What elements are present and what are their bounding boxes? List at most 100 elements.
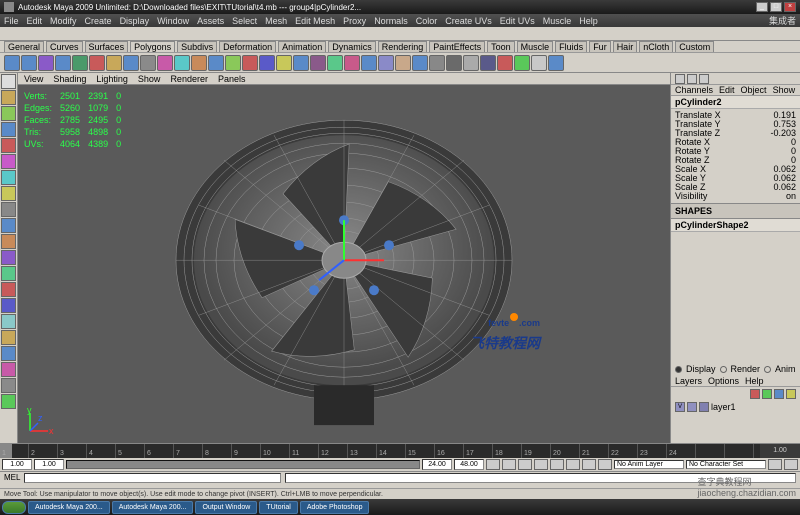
shelf-tab-ncloth[interactable]: nCloth xyxy=(639,41,673,52)
layer-icon-1[interactable] xyxy=(750,389,760,399)
range-bar[interactable] xyxy=(66,460,420,469)
shelf-icon-17[interactable] xyxy=(293,55,309,71)
play-back-button[interactable] xyxy=(534,459,548,470)
shelf-icon-21[interactable] xyxy=(361,55,377,71)
menu-edit-mesh[interactable]: Edit Mesh xyxy=(295,16,335,26)
display-radio-anim[interactable] xyxy=(764,366,771,373)
layer-tab-options[interactable]: Options xyxy=(708,376,739,386)
display-radio-render[interactable] xyxy=(720,366,727,373)
layer-color[interactable] xyxy=(699,402,709,412)
task-output-window[interactable]: Output Window xyxy=(195,501,257,514)
shelf-tab-hair[interactable]: Hair xyxy=(613,41,638,52)
shelf-icon-3[interactable] xyxy=(55,55,71,71)
shelf-icon-8[interactable] xyxy=(140,55,156,71)
channel-tab-channels[interactable]: Channels xyxy=(675,85,713,95)
start-button[interactable] xyxy=(2,501,26,514)
panel-menu-view[interactable]: View xyxy=(24,74,43,84)
shelf-icon-24[interactable] xyxy=(412,55,428,71)
playback-start-input[interactable] xyxy=(34,459,64,470)
shelf-icon-9[interactable] xyxy=(157,55,173,71)
tool-icon-6[interactable] xyxy=(1,170,16,185)
shelf-tab-fluids[interactable]: Fluids xyxy=(555,41,587,52)
step-back-button[interactable] xyxy=(502,459,516,470)
shelf-icon-22[interactable] xyxy=(378,55,394,71)
shelf-icon-26[interactable] xyxy=(446,55,462,71)
range-start-input[interactable] xyxy=(2,459,32,470)
panel-menu-lighting[interactable]: Lighting xyxy=(96,74,128,84)
display-radio-display[interactable] xyxy=(675,366,682,373)
task-tutorial[interactable]: TUtorial xyxy=(259,501,298,514)
play-button[interactable] xyxy=(550,459,564,470)
menu-create-uvs[interactable]: Create UVs xyxy=(445,16,492,26)
layer-icon-3[interactable] xyxy=(774,389,784,399)
shelf-icon-18[interactable] xyxy=(310,55,326,71)
tool-icon-17[interactable] xyxy=(1,346,16,361)
shelf-icon-14[interactable] xyxy=(242,55,258,71)
shelf-icon-0[interactable] xyxy=(4,55,20,71)
step-fwd-button[interactable] xyxy=(582,459,596,470)
shelf-icon-23[interactable] xyxy=(395,55,411,71)
next-key-button[interactable] xyxy=(566,459,580,470)
shelf-icon-15[interactable] xyxy=(259,55,275,71)
task-autodesk-maya-------[interactable]: Autodesk Maya 200... xyxy=(28,501,110,514)
shelf-tab-toon[interactable]: Toon xyxy=(487,41,515,52)
shelf-icon-31[interactable] xyxy=(531,55,547,71)
close-button[interactable]: × xyxy=(784,2,796,12)
anim-layer-select[interactable]: No Anim Layer xyxy=(614,460,684,469)
tool-icon-10[interactable] xyxy=(1,234,16,249)
layer-tab-help[interactable]: Help xyxy=(745,376,764,386)
cb-icon-3[interactable] xyxy=(699,74,709,84)
tool-icon-7[interactable] xyxy=(1,186,16,201)
shelf-icon-16[interactable] xyxy=(276,55,292,71)
cb-icon-2[interactable] xyxy=(687,74,697,84)
shelf-icon-4[interactable] xyxy=(72,55,88,71)
shelf-icon-28[interactable] xyxy=(480,55,496,71)
tool-icon-0[interactable] xyxy=(1,74,16,89)
layer-vis-toggle[interactable]: V xyxy=(675,402,685,412)
shelf-tab-subdivs[interactable]: Subdivs xyxy=(177,41,217,52)
menu-create[interactable]: Create xyxy=(85,16,112,26)
attr-visibility[interactable]: Visibilityon xyxy=(675,192,796,201)
shelf-icon-30[interactable] xyxy=(514,55,530,71)
menu-edit[interactable]: Edit xyxy=(27,16,43,26)
rewind-button[interactable] xyxy=(486,459,500,470)
shelf-icon-7[interactable] xyxy=(123,55,139,71)
shelf-tab-rendering[interactable]: Rendering xyxy=(378,41,428,52)
range-end-input[interactable] xyxy=(454,459,484,470)
tool-icon-19[interactable] xyxy=(1,378,16,393)
shelf-icon-5[interactable] xyxy=(89,55,105,71)
shelf-icon-12[interactable] xyxy=(208,55,224,71)
channel-tab-edit[interactable]: Edit xyxy=(719,85,735,95)
menu-assets[interactable]: Assets xyxy=(197,16,224,26)
minimize-button[interactable]: _ xyxy=(756,2,768,12)
tool-icon-9[interactable] xyxy=(1,218,16,233)
char-set-select[interactable]: No Character Set xyxy=(686,460,766,469)
shelf-tab-polygons[interactable]: Polygons xyxy=(130,41,175,52)
shelf-icon-13[interactable] xyxy=(225,55,241,71)
shelf-icon-32[interactable] xyxy=(548,55,564,71)
tool-icon-5[interactable] xyxy=(1,154,16,169)
tool-icon-3[interactable] xyxy=(1,122,16,137)
menu-mesh[interactable]: Mesh xyxy=(265,16,287,26)
shelf-icon-1[interactable] xyxy=(21,55,37,71)
tool-icon-2[interactable] xyxy=(1,106,16,121)
forward-button[interactable] xyxy=(598,459,612,470)
shelf-icon-11[interactable] xyxy=(191,55,207,71)
tool-icon-14[interactable] xyxy=(1,298,16,313)
menu-file[interactable]: File xyxy=(4,16,19,26)
menu-help[interactable]: Help xyxy=(579,16,598,26)
shelf-tab-curves[interactable]: Curves xyxy=(46,41,83,52)
tool-icon-16[interactable] xyxy=(1,330,16,345)
viewport[interactable]: Verts:250123910Edges:526010790Faces:2785… xyxy=(18,85,670,443)
shelf-tab-muscle[interactable]: Muscle xyxy=(517,41,554,52)
prefs-button[interactable] xyxy=(784,459,798,470)
menu-proxy[interactable]: Proxy xyxy=(343,16,366,26)
autokey-button[interactable] xyxy=(768,459,782,470)
layer-icon-4[interactable] xyxy=(786,389,796,399)
cmd-mode-label[interactable]: MEL xyxy=(4,473,20,482)
menu-color[interactable]: Color xyxy=(416,16,438,26)
panel-menu-shading[interactable]: Shading xyxy=(53,74,86,84)
channel-tab-show[interactable]: Show xyxy=(773,85,796,95)
shelf-icon-19[interactable] xyxy=(327,55,343,71)
panel-menu-show[interactable]: Show xyxy=(138,74,161,84)
